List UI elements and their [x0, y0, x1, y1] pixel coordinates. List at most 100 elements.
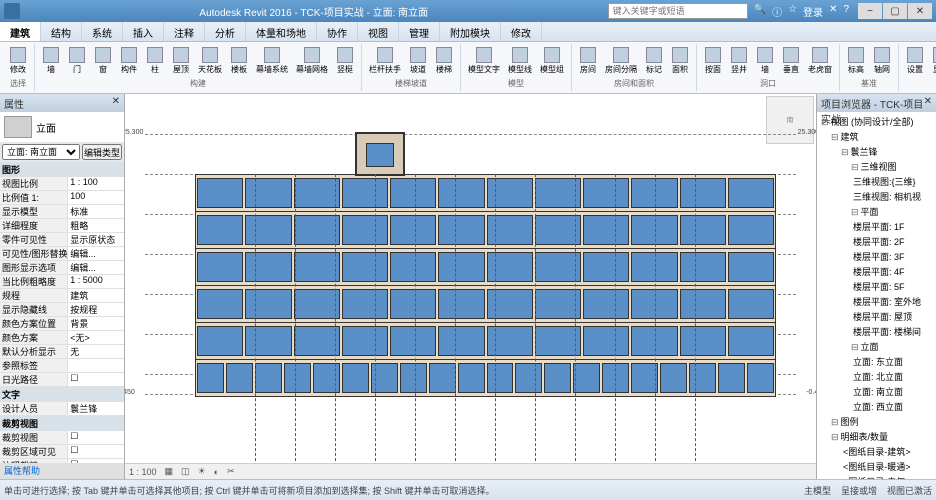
- grid-line[interactable]: 7: [495, 174, 496, 471]
- ribbon-button[interactable]: 竖梃: [333, 46, 357, 76]
- ribbon-button[interactable]: 设置: [903, 46, 927, 76]
- ribbon-button[interactable]: 栏杆扶手: [366, 46, 404, 76]
- ribbon-button[interactable]: 房间分隔: [602, 46, 640, 76]
- ribbon-button[interactable]: 垂直: [779, 46, 803, 76]
- ribbon-button[interactable]: 墙: [753, 46, 777, 76]
- tree-node[interactable]: 立面: 南立面: [819, 384, 934, 399]
- project-browser-tree[interactable]: ⊟视图 (协同设计/全部)⊟建筑⊟鬟兰锋⊟三维视图三维视图:{三维}三维视图: …: [817, 112, 936, 479]
- exchange-icon[interactable]: ✕: [829, 4, 837, 19]
- maximize-button[interactable]: ▢: [883, 3, 907, 19]
- tree-node[interactable]: ⊟三维视图: [819, 159, 934, 174]
- property-row[interactable]: 比例值 1:100: [0, 191, 124, 205]
- property-row[interactable]: 默认分析显示无: [0, 345, 124, 359]
- status-item[interactable]: 呈接或增: [841, 484, 877, 497]
- ribbon-button[interactable]: 门: [65, 46, 89, 76]
- edit-type-button[interactable]: 编辑类型: [82, 144, 122, 160]
- tree-node[interactable]: <图纸目录-暖通>: [819, 459, 934, 474]
- property-row[interactable]: 可见性/图形替换编辑...: [0, 247, 124, 261]
- ribbon-tab[interactable]: 分析: [205, 22, 246, 41]
- tree-node[interactable]: ⊟图例: [819, 414, 934, 429]
- tree-node[interactable]: 立面: 北立面: [819, 369, 934, 384]
- grid-line[interactable]: 12: [695, 174, 696, 471]
- grid-line[interactable]: 6: [455, 174, 456, 471]
- ribbon-button[interactable]: 窗: [91, 46, 115, 76]
- grid-line[interactable]: 4: [375, 174, 376, 471]
- property-row[interactable]: 显示模型标准: [0, 205, 124, 219]
- ribbon-button[interactable]: 竖井: [727, 46, 751, 76]
- ribbon-button[interactable]: 模型文字: [465, 46, 503, 76]
- shadow-icon[interactable]: ◐: [214, 467, 219, 477]
- ribbon-button[interactable]: 老虎窗: [805, 46, 835, 76]
- ribbon-button[interactable]: 幕墙网格: [293, 46, 331, 76]
- instance-selector[interactable]: 立面: 南立面: [2, 144, 80, 160]
- ribbon-button[interactable]: 屋顶: [169, 46, 193, 76]
- property-row[interactable]: 详细程度粗略: [0, 219, 124, 233]
- grid-line[interactable]: 8: [535, 174, 536, 471]
- property-row[interactable]: 图形显示选项编辑...: [0, 261, 124, 275]
- status-item[interactable]: 视图已激活: [887, 484, 932, 497]
- ribbon-tab[interactable]: 协作: [317, 22, 358, 41]
- ribbon-button[interactable]: 房间: [576, 46, 600, 76]
- tree-node[interactable]: <图纸目录-建筑>: [819, 444, 934, 459]
- sun-path-icon[interactable]: ☀: [198, 466, 206, 477]
- ribbon-button[interactable]: 显示: [929, 46, 936, 76]
- property-row[interactable]: 参照标签: [0, 359, 124, 373]
- subscription-icon[interactable]: ⓘ: [772, 4, 782, 19]
- ribbon-tab[interactable]: 视图: [358, 22, 399, 41]
- tree-node[interactable]: 楼层平面: 4F: [819, 264, 934, 279]
- ribbon-tab[interactable]: 结构: [41, 22, 82, 41]
- tree-node[interactable]: 立面: 东立面: [819, 354, 934, 369]
- ribbon-tab[interactable]: 修改: [501, 22, 542, 41]
- tree-node[interactable]: 楼层平面: 1F: [819, 219, 934, 234]
- property-row[interactable]: 颜色方案位置背景: [0, 317, 124, 331]
- properties-help-link[interactable]: 属性帮助: [0, 463, 124, 479]
- property-row[interactable]: 裁剪视图☐: [0, 431, 124, 445]
- grid-line[interactable]: 9: [575, 174, 576, 471]
- ribbon-button[interactable]: 构件: [117, 46, 141, 76]
- favorite-icon[interactable]: ☆: [788, 4, 797, 19]
- tree-node[interactable]: 楼层平面: 屋顶: [819, 309, 934, 324]
- tree-node[interactable]: 楼层平面: 室外地: [819, 294, 934, 309]
- ribbon-button[interactable]: 标高: [844, 46, 868, 76]
- close-icon[interactable]: ✕: [112, 96, 120, 110]
- property-row[interactable]: 当比例粗略度1 : 5000: [0, 275, 124, 289]
- tree-node[interactable]: <图纸目录-电气>: [819, 474, 934, 479]
- search-input[interactable]: [608, 3, 748, 19]
- tree-node[interactable]: 楼层平面: 3F: [819, 249, 934, 264]
- ribbon-button[interactable]: 坡道: [406, 46, 430, 76]
- properties-grid[interactable]: 图形视图比例1 : 100比例值 1:100显示模型标准详细程度粗略零件可见性显…: [0, 162, 124, 463]
- login-label[interactable]: 登录: [803, 4, 823, 19]
- drawing-canvas[interactable]: ▫▫▫ 南 楼梯间屋面 25.30025.300 楼梯间屋面屋顶 19.6001…: [125, 94, 816, 479]
- ribbon-tab[interactable]: 系统: [82, 22, 123, 41]
- ribbon-tab[interactable]: 建筑: [0, 22, 41, 41]
- close-icon[interactable]: ✕: [924, 96, 932, 110]
- ribbon-button[interactable]: 楼梯: [432, 46, 456, 76]
- property-row[interactable]: 颜色方案<无>: [0, 331, 124, 345]
- tree-node[interactable]: 立面: 西立面: [819, 399, 934, 414]
- tree-node[interactable]: 三维视图:{三维}: [819, 174, 934, 189]
- tree-node[interactable]: ⊟鬟兰锋: [819, 144, 934, 159]
- property-row[interactable]: 视图比例1 : 100: [0, 177, 124, 191]
- property-row[interactable]: 零件可见性显示原状态: [0, 233, 124, 247]
- level-marker[interactable]: 楼梯间屋面 25.30025.300 楼梯间屋面: [145, 134, 796, 135]
- close-button[interactable]: ✕: [908, 3, 932, 19]
- ribbon-button[interactable]: 面积: [668, 46, 692, 76]
- property-row[interactable]: 裁剪区域可见☐: [0, 445, 124, 459]
- ribbon-button[interactable]: 修改: [6, 46, 30, 76]
- grid-line[interactable]: 2: [295, 174, 296, 471]
- ribbon-button[interactable]: 模型线: [505, 46, 535, 76]
- grid-line[interactable]: 10: [615, 174, 616, 471]
- property-row[interactable]: 设计人员鬟兰锋: [0, 402, 124, 416]
- help-icon[interactable]: ?: [843, 4, 849, 19]
- visual-style-icon[interactable]: ◫: [181, 466, 190, 477]
- ribbon-button[interactable]: 按面: [701, 46, 725, 76]
- ribbon-button[interactable]: 轴网: [870, 46, 894, 76]
- property-row[interactable]: 显示隐藏线按规程: [0, 303, 124, 317]
- tree-node[interactable]: ⊟建筑: [819, 129, 934, 144]
- tree-node[interactable]: 楼层平面: 2F: [819, 234, 934, 249]
- ribbon-tab[interactable]: 插入: [123, 22, 164, 41]
- ribbon-tab[interactable]: 附加模块: [440, 22, 501, 41]
- ribbon-button[interactable]: 模型组: [537, 46, 567, 76]
- crop-icon[interactable]: ✂: [227, 466, 235, 477]
- grid-line[interactable]: 3: [335, 174, 336, 471]
